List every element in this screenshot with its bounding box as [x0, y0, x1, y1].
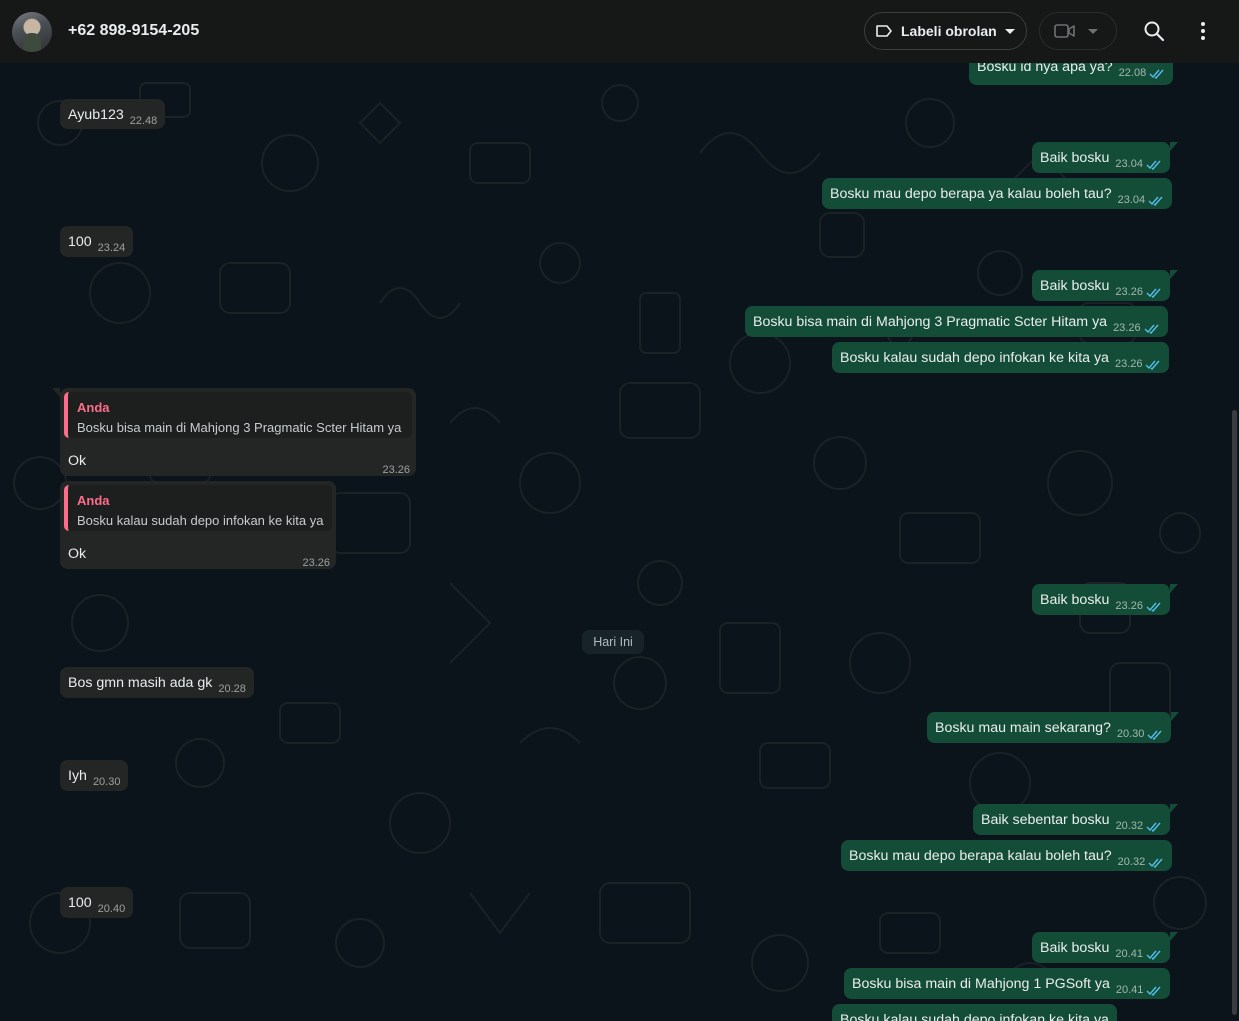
quoted-message[interactable]: Anda Bosku kalau sudah depo infokan ke k…	[64, 485, 332, 531]
date-divider: Hari Ini	[582, 630, 644, 654]
message-time: 20.41	[1115, 945, 1162, 964]
message-text: Bosku bisa main di Mahjong 3 Pragmatic S…	[753, 314, 1108, 330]
message-list[interactable]: Bosku id nya apa ya? 22.08 Ayub123 22.48 B…	[0, 63, 1231, 1021]
scrollbar-thumb[interactable]	[1232, 410, 1237, 1015]
message-text: Bos gmn masih ada gk	[68, 675, 213, 691]
message-text: Bosku mau depo berapa kalau boleh tau?	[849, 848, 1112, 864]
message-incoming[interactable]: Bos gmn masih ada gk 20.28	[60, 667, 254, 698]
video-call-icon	[1054, 24, 1075, 38]
message-time: 22.08	[1119, 64, 1166, 83]
quoted-author: Anda	[77, 493, 110, 508]
quoted-text: Bosku kalau sudah depo infokan ke kita y…	[77, 513, 324, 528]
message-time: 23.26	[1115, 283, 1162, 302]
message-time: 20.30	[1117, 725, 1164, 744]
message-time: 23.24	[97, 242, 126, 254]
read-receipt-icon	[1147, 730, 1162, 740]
read-receipt-icon	[1146, 950, 1161, 960]
message-outgoing[interactable]: Bosku bisa main di Mahjong 3 Pragmatic S…	[745, 306, 1168, 337]
message-text: 100	[68, 895, 92, 911]
message-time: 23.26	[1113, 319, 1160, 338]
message-outgoing[interactable]: Bosku kalau sudah depo infokan ke kita y…	[832, 1004, 1117, 1021]
contact-avatar[interactable]	[12, 12, 52, 52]
read-receipt-icon	[1144, 324, 1159, 334]
message-text: Bosku id nya apa ya?	[977, 63, 1113, 75]
message-outgoing[interactable]: Baik bosku 23.26	[1032, 584, 1178, 616]
message-outgoing[interactable]: Bosku mau depo berapa kalau boleh tau? 20…	[841, 840, 1173, 872]
message-outgoing[interactable]: Bosku kalau sudah depo infokan ke kita y…	[832, 342, 1170, 374]
quoted-author: Anda	[77, 400, 110, 415]
contact-name[interactable]: +62 898-9154-205	[68, 22, 199, 40]
menu-icon[interactable]	[1191, 19, 1215, 43]
message-incoming-reply[interactable]: Anda Bosku bisa main di Mahjong 3 Pragma…	[52, 388, 416, 476]
read-receipt-icon	[1146, 602, 1161, 612]
message-time: 20.40	[97, 903, 126, 915]
message-text: Baik bosku	[1040, 278, 1110, 294]
message-time: 20.32	[1116, 817, 1163, 836]
message-text: Baik sebentar bosku	[981, 812, 1110, 828]
message-outgoing[interactable]: Baik sebentar bosku 20.32	[973, 804, 1179, 836]
label-chat-text: Labeli obrolan	[901, 23, 997, 39]
message-text: Baik bosku	[1040, 150, 1110, 166]
message-time: 23.04	[1118, 191, 1165, 210]
label-chat-button[interactable]: Labeli obrolan	[864, 12, 1027, 50]
read-receipt-icon	[1146, 160, 1161, 170]
message-text: Baik bosku	[1040, 940, 1110, 956]
message-text: Iyh	[68, 768, 87, 784]
message-incoming[interactable]: 100 23.24	[60, 226, 134, 257]
message-text: 100	[68, 234, 92, 250]
message-time: 23.26	[302, 557, 330, 569]
message-time: 20.41	[1116, 981, 1163, 1000]
message-incoming[interactable]: Ayub123 22.48	[60, 99, 166, 129]
search-icon[interactable]	[1142, 19, 1166, 43]
message-text: Bosku bisa main di Mahjong 1 PGSoft ya	[852, 976, 1110, 992]
quoted-message[interactable]: Anda Bosku bisa main di Mahjong 3 Pragma…	[64, 392, 412, 438]
message-text: Bosku mau depo berapa ya kalau boleh tau…	[830, 186, 1112, 202]
message-text: Bosku kalau sudah depo infokan ke kita y…	[840, 1012, 1109, 1021]
chevron-down-icon	[1088, 29, 1098, 34]
label-icon	[876, 25, 892, 37]
read-receipt-icon	[1148, 196, 1163, 206]
read-receipt-icon	[1146, 288, 1161, 298]
message-time: 20.30	[92, 776, 121, 788]
message-incoming-reply[interactable]: Anda Bosku kalau sudah depo infokan ke k…	[60, 481, 336, 569]
message-time: 23.26	[382, 464, 410, 476]
read-receipt-icon	[1146, 822, 1161, 832]
read-receipt-icon	[1145, 360, 1161, 370]
message-text: Ok	[68, 546, 87, 562]
message-outgoing[interactable]: Bosku mau depo berapa ya kalau boleh tau…	[822, 178, 1173, 210]
message-outgoing[interactable]: Baik bosku 23.26	[1032, 270, 1178, 302]
message-outgoing[interactable]: Bosku mau main sekarang? 20.30	[927, 712, 1180, 744]
quoted-text: Bosku bisa main di Mahjong 3 Pragmatic S…	[77, 420, 402, 435]
message-time: 20.28	[218, 683, 246, 695]
message-text: Bosku kalau sudah depo infokan ke kita y…	[840, 350, 1109, 366]
message-outgoing[interactable]: Bosku id nya apa ya? 22.08	[969, 63, 1174, 85]
chat-header: +62 898-9154-205 Labeli obrolan	[0, 0, 1239, 63]
message-time: 23.26	[1115, 597, 1162, 616]
message-incoming[interactable]: Iyh 20.30	[60, 760, 129, 791]
message-time: 20.32	[1118, 853, 1165, 872]
message-time: 23.26	[1115, 355, 1162, 374]
message-time: 22.48	[129, 115, 158, 127]
message-time: 23.04	[1115, 155, 1162, 174]
read-receipt-icon	[1149, 69, 1164, 79]
chevron-down-icon	[1005, 29, 1015, 34]
read-receipt-icon	[1148, 858, 1163, 868]
message-text: Bosku mau main sekarang?	[935, 720, 1111, 736]
message-outgoing[interactable]: Bosku bisa main di Mahjong 1 PGSoft ya 20…	[844, 968, 1171, 1000]
video-call-button[interactable]	[1039, 12, 1117, 50]
message-text: Baik bosku	[1040, 592, 1110, 608]
message-incoming[interactable]: 100 20.40	[60, 887, 134, 918]
message-outgoing[interactable]: Baik bosku 23.04	[1032, 142, 1178, 174]
read-receipt-icon	[1146, 986, 1161, 996]
message-text: Ayub123	[68, 107, 124, 123]
message-text: Ok	[68, 453, 87, 469]
message-outgoing[interactable]: Baik bosku 20.41	[1032, 932, 1178, 964]
